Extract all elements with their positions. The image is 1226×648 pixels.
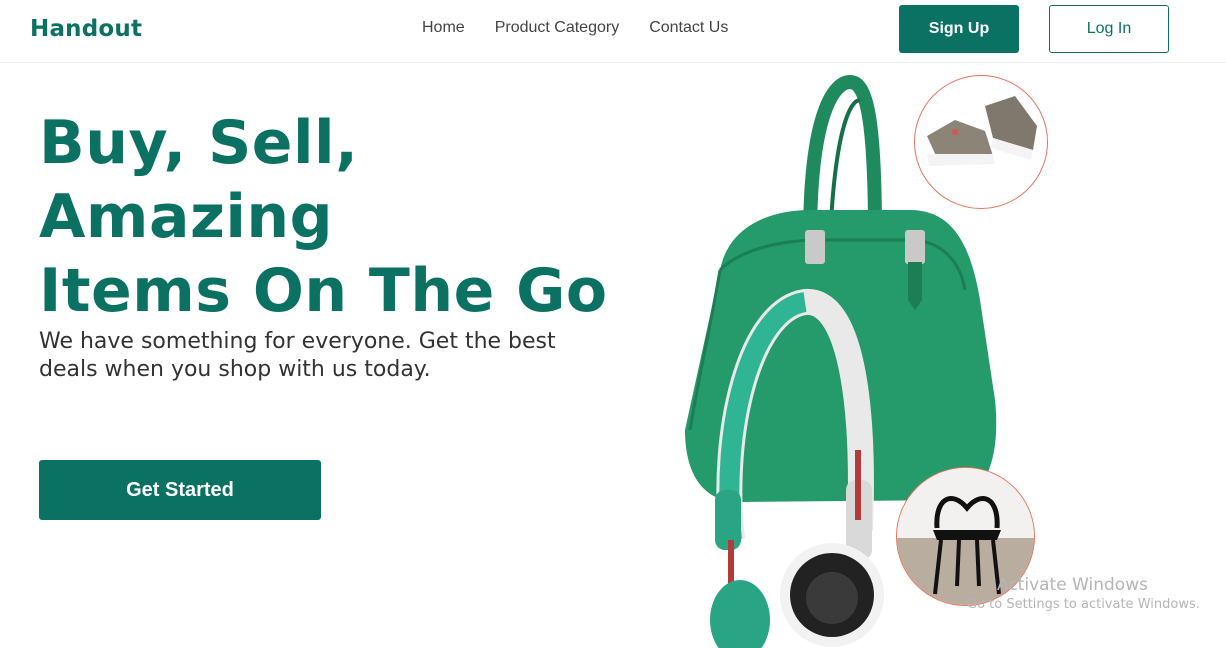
brand-logo[interactable]: Handout (30, 12, 142, 46)
get-started-button[interactable]: Get Started (39, 460, 321, 520)
watermark-subtitle: Go to Settings to activate Windows. (967, 597, 1200, 612)
hero-title-line-1: Buy, Sell, Amazing (39, 108, 359, 252)
hero-title-line-2: Items On The Go (39, 256, 608, 326)
nav-home-link[interactable]: Home (422, 18, 465, 38)
nav-contact-us-link[interactable]: Contact Us (649, 18, 728, 38)
brand-name: Handout (30, 16, 143, 42)
nav-product-category-link[interactable]: Product Category (495, 18, 620, 38)
watermark-title: Activate Windows (997, 575, 1148, 595)
windows-activation-watermark: Activate Windows Go to Settings to activ… (967, 574, 1200, 614)
sign-up-button[interactable]: Sign Up (899, 5, 1019, 53)
hero-subtitle: We have something for everyone. Get the … (39, 328, 599, 384)
main-nav: Home Product Category Contact Us (422, 18, 728, 38)
sneakers-image (914, 75, 1048, 209)
hero-subtitle-line-2: deals when you shop with us today. (39, 357, 431, 382)
hero-title: Buy, Sell, Amazing Items On The Go (39, 106, 659, 328)
hero-subtitle-line-1: We have something for everyone. Get the … (39, 329, 556, 354)
log-in-button[interactable]: Log In (1049, 5, 1169, 53)
site-header: Handout Home Product Category Contact Us… (0, 0, 1226, 63)
